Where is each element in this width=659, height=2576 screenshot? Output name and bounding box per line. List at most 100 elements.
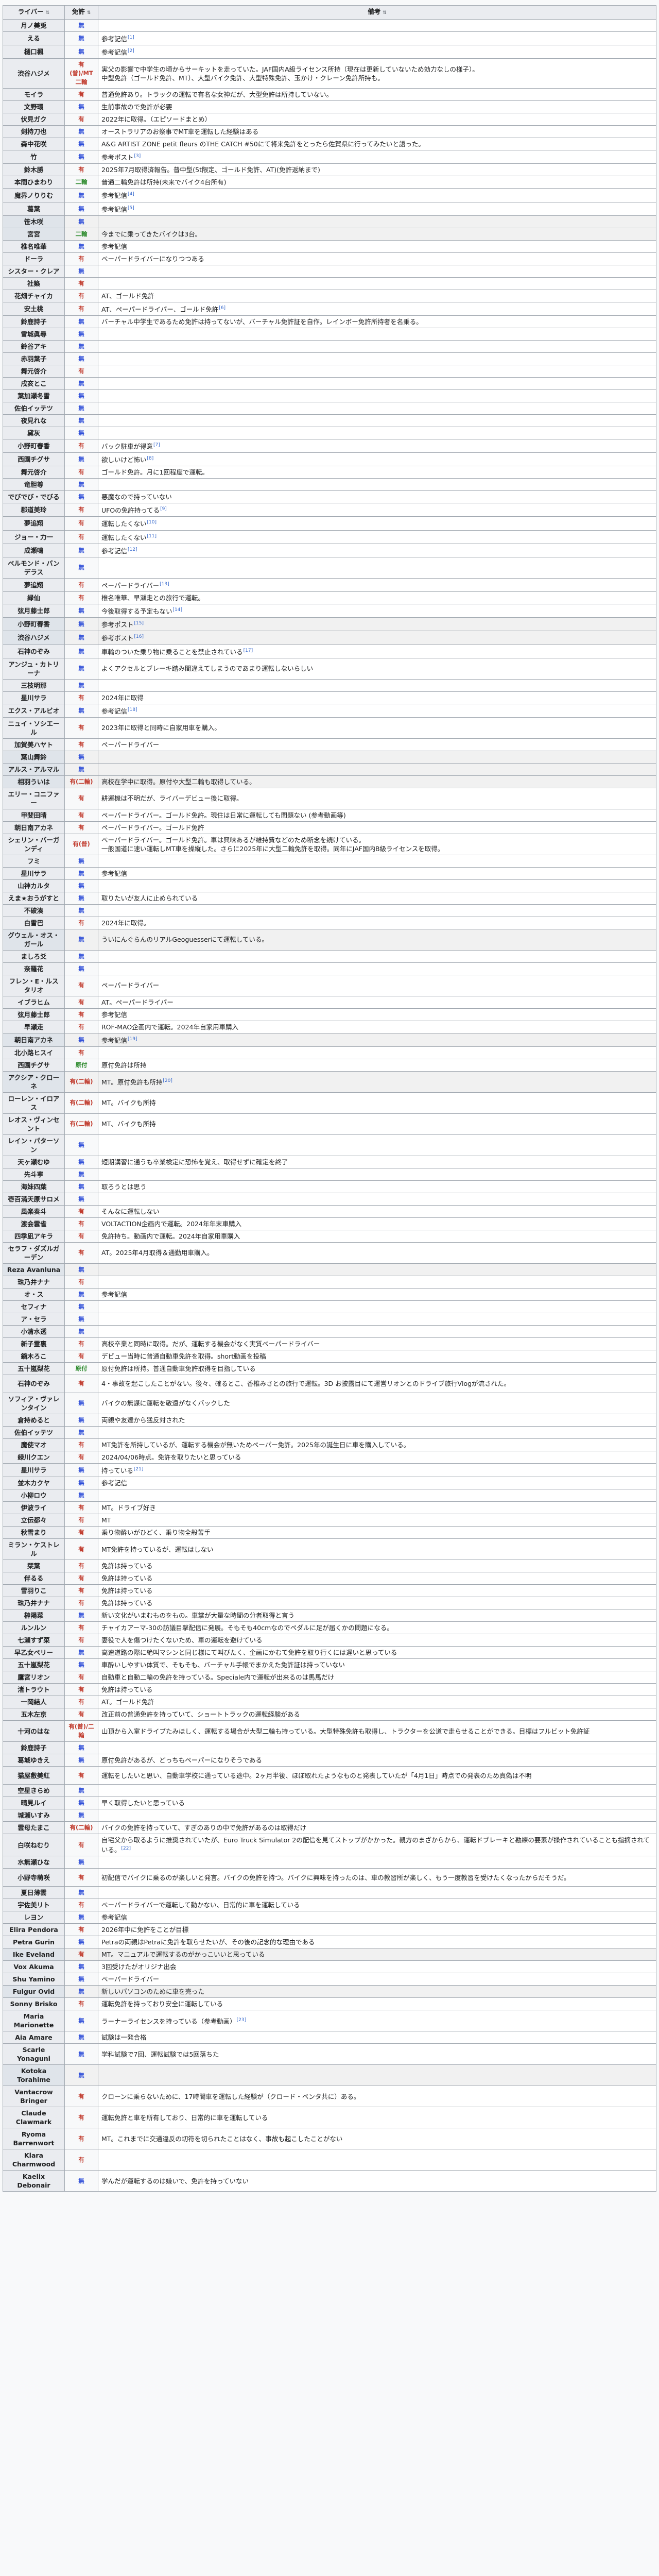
liver-name-cell[interactable]: 相羽ういは bbox=[3, 775, 65, 788]
reference-link[interactable]: [19] bbox=[128, 1037, 137, 1042]
liver-name-cell[interactable]: Scarle Yonaguni bbox=[3, 2043, 65, 2065]
liver-name-cell[interactable]: ローレン・イロアス bbox=[3, 1092, 65, 1114]
liver-name-cell[interactable]: 鷹宮リオン bbox=[3, 1671, 65, 1684]
liver-name-cell[interactable]: 雲母たまこ bbox=[3, 1821, 65, 1835]
liver-name-cell[interactable]: 鈴木勝 bbox=[3, 163, 65, 177]
liver-name-cell[interactable]: レヨン bbox=[3, 1911, 65, 1924]
liver-name-cell[interactable]: 並木カクヤ bbox=[3, 1477, 65, 1490]
liver-name-cell[interactable]: えま★おうがすと bbox=[3, 891, 65, 905]
liver-name-cell[interactable]: 葛城ゆきえ bbox=[3, 1754, 65, 1767]
liver-name-cell[interactable]: 石神のぞみ bbox=[3, 644, 65, 658]
reference-link[interactable]: [16] bbox=[134, 634, 144, 639]
liver-name-cell[interactable]: 樋口楓 bbox=[3, 45, 65, 59]
reference-link[interactable]: [12] bbox=[128, 547, 137, 552]
liver-name-cell[interactable]: フレン・E・ルスタリオ bbox=[3, 974, 65, 996]
liver-name-cell[interactable]: Reza Avanluna bbox=[3, 1263, 65, 1276]
liver-name-cell[interactable]: 五十嵐梨花 bbox=[3, 1658, 65, 1672]
liver-name-cell[interactable]: アルス・アルマル bbox=[3, 762, 65, 776]
liver-name-cell[interactable]: レオス・ヴィンセント bbox=[3, 1113, 65, 1135]
liver-name-cell[interactable]: 海妹四葉 bbox=[3, 1180, 65, 1193]
liver-name-cell[interactable]: 鈴鹿詩子 bbox=[3, 1741, 65, 1755]
liver-name-cell[interactable]: 小野町春香 bbox=[3, 617, 65, 632]
liver-name-cell[interactable]: Kaelix Debonair bbox=[3, 2170, 65, 2192]
reference-link[interactable]: [10] bbox=[147, 520, 157, 525]
liver-name-cell[interactable]: 伏見ガク bbox=[3, 113, 65, 126]
liver-name-cell[interactable]: セラフ・ダズルガーデン bbox=[3, 1242, 65, 1264]
liver-name-cell[interactable]: フミ bbox=[3, 854, 65, 868]
liver-name-cell[interactable]: 榊陽菜 bbox=[3, 1609, 65, 1622]
liver-name-cell[interactable]: 伊波ライ bbox=[3, 1501, 65, 1515]
liver-name-cell[interactable]: 倉持めると bbox=[3, 1413, 65, 1427]
liver-name-cell[interactable]: 郡道美玲 bbox=[3, 503, 65, 517]
liver-name-cell[interactable]: 舞元啓介 bbox=[3, 364, 65, 378]
liver-name-cell[interactable]: 社築 bbox=[3, 277, 65, 290]
liver-name-cell[interactable]: 先斗寧 bbox=[3, 1167, 65, 1181]
liver-name-cell[interactable]: 珠乃井ナナ bbox=[3, 1275, 65, 1289]
liver-name-cell[interactable]: 甲斐田晴 bbox=[3, 808, 65, 822]
liver-name-cell[interactable]: 渡会雲雀 bbox=[3, 1217, 65, 1230]
liver-name-cell[interactable]: 星川サラ bbox=[3, 1463, 65, 1478]
header-note[interactable]: 備考 ⇅ bbox=[98, 5, 656, 20]
liver-name-cell[interactable]: ニュイ・ソシエール bbox=[3, 717, 65, 739]
liver-name-cell[interactable]: 花畑チャイカ bbox=[3, 289, 65, 302]
liver-name-cell[interactable]: 小清水透 bbox=[3, 1325, 65, 1338]
liver-name-cell[interactable]: Ike Eveland bbox=[3, 1948, 65, 1961]
liver-name-cell[interactable]: 月ノ美兎 bbox=[3, 19, 65, 32]
liver-name-cell[interactable]: 鈴谷アキ bbox=[3, 340, 65, 353]
liver-name-cell[interactable]: ドーラ bbox=[3, 252, 65, 265]
liver-name-cell[interactable]: Shu Yamino bbox=[3, 1973, 65, 1986]
liver-name-cell[interactable]: 伴るる bbox=[3, 1572, 65, 1585]
liver-name-cell[interactable]: 五木左京 bbox=[3, 1708, 65, 1721]
liver-name-cell[interactable]: 朝日南アカネ bbox=[3, 1032, 65, 1047]
liver-name-cell[interactable]: アンジュ・カトリーナ bbox=[3, 657, 65, 680]
liver-name-cell[interactable]: ア・セラ bbox=[3, 1312, 65, 1326]
liver-name-cell[interactable]: 剣持刀也 bbox=[3, 125, 65, 139]
liver-name-cell[interactable]: 奈羅花 bbox=[3, 962, 65, 975]
liver-name-cell[interactable]: 星川サラ bbox=[3, 867, 65, 880]
reference-link[interactable]: [9] bbox=[160, 506, 167, 512]
liver-name-cell[interactable]: Petra Gurin bbox=[3, 1936, 65, 1949]
reference-link[interactable]: [8] bbox=[147, 456, 154, 461]
liver-name-cell[interactable]: 笹木咲 bbox=[3, 215, 65, 228]
liver-name-cell[interactable]: 夜見れな bbox=[3, 414, 65, 427]
liver-name-cell[interactable]: 渋谷ハジメ bbox=[3, 58, 65, 89]
liver-name-cell[interactable]: 宮宮 bbox=[3, 227, 65, 241]
liver-name-cell[interactable]: 佐伯イッテツ bbox=[3, 1426, 65, 1439]
liver-name-cell[interactable]: 石神のぞみ bbox=[3, 1374, 65, 1393]
liver-name-cell[interactable]: 森中花咲 bbox=[3, 138, 65, 151]
liver-name-cell[interactable]: 緑川クエン bbox=[3, 1450, 65, 1464]
liver-name-cell[interactable]: 北小路ヒスイ bbox=[3, 1046, 65, 1059]
reference-link[interactable]: [1] bbox=[128, 35, 134, 40]
liver-name-cell[interactable]: 渋谷ハジメ bbox=[3, 631, 65, 645]
liver-name-cell[interactable]: エクス・アルビオ bbox=[3, 703, 65, 718]
sort-icon[interactable]: ⇅ bbox=[46, 10, 50, 15]
liver-name-cell[interactable]: 西園チグサ bbox=[3, 452, 65, 467]
liver-name-cell[interactable]: 舞元啓介 bbox=[3, 466, 65, 479]
liver-name-cell[interactable]: 一岡結人 bbox=[3, 1696, 65, 1709]
liver-name-cell[interactable]: 雪羽りこ bbox=[3, 1584, 65, 1598]
liver-name-cell[interactable]: シェリン・バーガンディ bbox=[3, 833, 65, 855]
liver-name-cell[interactable]: 空星きらめ bbox=[3, 1784, 65, 1798]
liver-name-cell[interactable]: レイン・パターソン bbox=[3, 1134, 65, 1156]
liver-name-cell[interactable]: Ryoma Barrenwort bbox=[3, 2128, 65, 2150]
reference-link[interactable]: [17] bbox=[244, 648, 253, 653]
reference-link[interactable]: [21] bbox=[134, 1467, 143, 1472]
liver-name-cell[interactable]: 五十嵐梨花 bbox=[3, 1362, 65, 1375]
liver-name-cell[interactable]: エリー・コニファー bbox=[3, 787, 65, 809]
reference-link[interactable]: [18] bbox=[128, 707, 137, 713]
liver-name-cell[interactable]: 珠乃井ナナ bbox=[3, 1597, 65, 1610]
liver-name-cell[interactable]: オ・ス bbox=[3, 1287, 65, 1301]
liver-name-cell[interactable]: Aia Amare bbox=[3, 2031, 65, 2044]
liver-name-cell[interactable]: 猫屋敷美紅 bbox=[3, 1766, 65, 1785]
liver-name-cell[interactable]: 弦月藤士郎 bbox=[3, 604, 65, 618]
liver-name-cell[interactable]: ソフィア・ヴァレンタイン bbox=[3, 1392, 65, 1414]
liver-name-cell[interactable]: 風楽奏斗 bbox=[3, 1205, 65, 1218]
liver-name-cell[interactable]: Vantacrow Bringer bbox=[3, 2086, 65, 2108]
liver-name-cell[interactable]: 雪城眞尋 bbox=[3, 327, 65, 341]
liver-name-cell[interactable]: 緑仙 bbox=[3, 591, 65, 605]
reference-link[interactable]: [2] bbox=[128, 48, 134, 54]
liver-name-cell[interactable]: でびでび・でびる bbox=[3, 490, 65, 504]
liver-name-cell[interactable]: 立伝都々 bbox=[3, 1514, 65, 1527]
liver-name-cell[interactable]: 西園チグサ bbox=[3, 1058, 65, 1072]
liver-name-cell[interactable]: セフィナ bbox=[3, 1300, 65, 1313]
